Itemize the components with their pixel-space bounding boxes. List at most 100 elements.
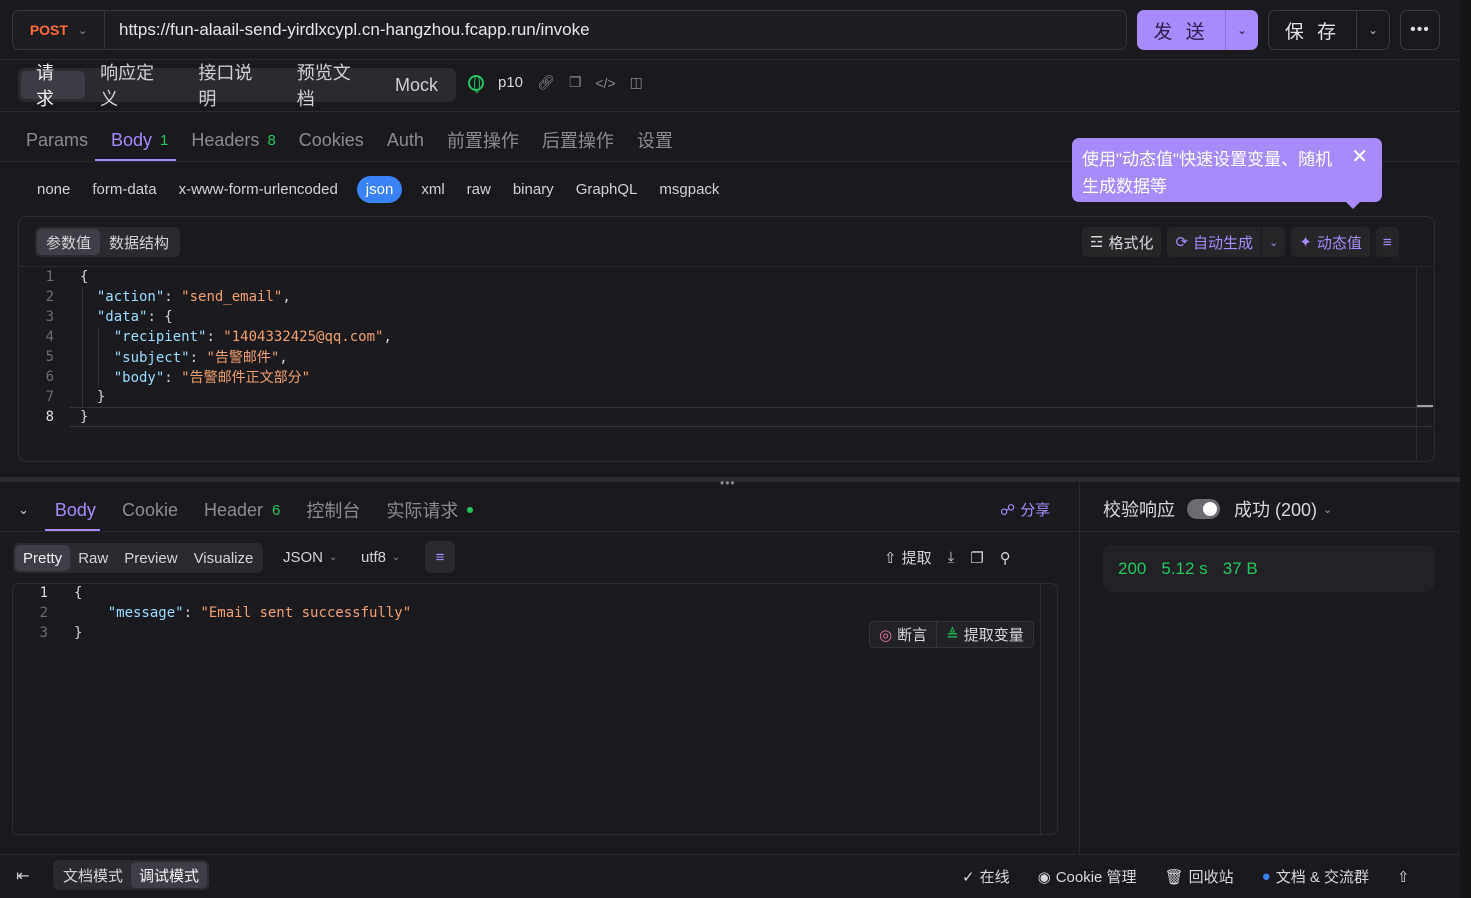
line-number: 2 bbox=[45, 289, 54, 305]
code-line: 4 "recipient": "1404332425@qq.com", bbox=[20, 327, 1416, 347]
code-line: 6 "body": "告警邮件正文部分" bbox=[20, 367, 1416, 387]
tab-resp-cookie[interactable]: Cookie bbox=[122, 500, 178, 521]
extract-button[interactable]: ⇧ 提取 bbox=[884, 547, 932, 568]
body-type-xml[interactable]: xml bbox=[410, 176, 455, 203]
tab-params[interactable]: Params bbox=[26, 127, 88, 153]
save-button[interactable]: 保 存 ⌄ bbox=[1268, 10, 1390, 50]
tab-request[interactable]: 请求 bbox=[21, 63, 86, 109]
copy-icon[interactable]: ❐ bbox=[569, 74, 582, 91]
editor-toolbar: ☲ 格式化 ⟳ 自动生成 ⌄ ✦ 动态值 ≡ bbox=[1082, 227, 1399, 257]
json-punct: : bbox=[183, 605, 201, 621]
close-icon[interactable]: ✕ bbox=[1351, 144, 1368, 171]
tab-resp-header[interactable]: Header 6 bbox=[204, 500, 280, 521]
line-number: 5 bbox=[45, 349, 54, 365]
online-status[interactable]: ✓ 在线 bbox=[962, 866, 1010, 887]
body-type-binary[interactable]: binary bbox=[502, 176, 565, 203]
tab-headers[interactable]: Headers 8 bbox=[191, 127, 275, 153]
line-number: 2 bbox=[39, 605, 48, 621]
refresh-icon: ⟳ bbox=[1175, 234, 1189, 251]
tab-auth[interactable]: Auth bbox=[387, 127, 424, 153]
wrap-lines-icon[interactable]: ≡ bbox=[425, 541, 455, 573]
drag-handle-icon[interactable]: ••• bbox=[720, 476, 736, 490]
tab-raw[interactable]: Raw bbox=[70, 545, 116, 571]
tab-preview-doc[interactable]: 预览文档 bbox=[282, 63, 380, 109]
code-icon[interactable]: </> bbox=[595, 75, 615, 91]
tab-body[interactable]: Body 1 bbox=[111, 127, 168, 153]
tab-console[interactable]: 控制台 bbox=[306, 497, 360, 523]
magic-wand-icon: ✦ bbox=[1299, 234, 1312, 251]
cookie-manager-button[interactable]: ◉ Cookie 管理 bbox=[1038, 866, 1137, 887]
tab-actual-request[interactable]: 实际请求 bbox=[386, 497, 474, 523]
tab-label: Cookies bbox=[298, 129, 364, 150]
extract-label: 提取 bbox=[901, 550, 932, 567]
tab-label: Body bbox=[54, 499, 96, 520]
url-input[interactable]: https://fun-alaail-send-yirdlxcypl.cn-ha… bbox=[105, 20, 590, 40]
globe-icon[interactable] bbox=[468, 74, 484, 93]
body-type-graphql[interactable]: GraphQL bbox=[565, 176, 649, 203]
extract-variable-button[interactable]: ≜ 提取变量 bbox=[936, 622, 1033, 647]
body-type-json[interactable]: json bbox=[356, 176, 403, 203]
editor-scrollbar[interactable] bbox=[1416, 267, 1417, 460]
link-icon[interactable]: 🔗︎ bbox=[537, 74, 555, 91]
more-icon[interactable]: ••• bbox=[1400, 10, 1440, 50]
tab-pretty[interactable]: Pretty bbox=[15, 545, 71, 571]
wrap-lines-icon[interactable]: ≡ bbox=[1375, 227, 1399, 257]
encoding-select[interactable]: utf8 ⌄ bbox=[361, 549, 400, 566]
tab-mock[interactable]: Mock bbox=[380, 71, 453, 99]
auto-generate-dropdown-icon[interactable]: ⌄ bbox=[1262, 227, 1286, 257]
method-select[interactable]: POST ⌄ bbox=[13, 11, 105, 49]
collapse-chevron-icon[interactable]: ⌄ bbox=[18, 502, 29, 518]
url-bar[interactable]: POST ⌄ https://fun-alaail-send-yirdlxcyp… bbox=[12, 10, 1127, 50]
auto-generate-button[interactable]: ⟳ 自动生成 bbox=[1167, 227, 1262, 257]
recycle-bin-button[interactable]: 🗑︎ 回收站 bbox=[1165, 866, 1234, 887]
tab-response-def[interactable]: 响应定义 bbox=[85, 63, 183, 109]
response-scrollbar[interactable] bbox=[1040, 584, 1041, 834]
send-dropdown-icon[interactable]: ⌄ bbox=[1226, 23, 1258, 37]
share-icon: ☍ bbox=[1000, 501, 1016, 519]
tab-label: Header bbox=[203, 499, 264, 520]
body-type-none[interactable]: none bbox=[26, 176, 81, 203]
code-line: 8} bbox=[20, 407, 1416, 427]
format-button[interactable]: ☲ 格式化 bbox=[1082, 227, 1162, 257]
verify-toggle[interactable] bbox=[1187, 499, 1220, 519]
debug-mode-button[interactable]: 调试模式 bbox=[131, 862, 208, 888]
body-type-urlencoded[interactable]: x-www-form-urlencoded bbox=[168, 176, 349, 203]
tab-post-ops[interactable]: 后置操作 bbox=[542, 127, 614, 153]
tab-resp-body[interactable]: Body bbox=[55, 500, 96, 521]
tab-pre-ops[interactable]: 前置操作 bbox=[447, 127, 519, 153]
panel-icon[interactable]: ◫ bbox=[630, 74, 643, 91]
doc-mode-button[interactable]: 文档模式 bbox=[55, 862, 131, 888]
save-dropdown-icon[interactable]: ⌄ bbox=[1357, 23, 1389, 37]
share-button[interactable]: ☍ 分享 bbox=[1000, 499, 1050, 520]
format-type-select[interactable]: JSON ⌄ bbox=[283, 549, 337, 566]
json-punct: , bbox=[282, 289, 291, 305]
tab-data-schema[interactable]: 数据结构 bbox=[100, 229, 178, 255]
panel-divider bbox=[1079, 482, 1080, 854]
copy-icon[interactable]: ❐ bbox=[970, 549, 983, 567]
search-icon[interactable]: ⚲ bbox=[1000, 549, 1011, 567]
tab-preview[interactable]: Preview bbox=[116, 545, 185, 571]
collapse-sidebar-icon[interactable]: ⇤ bbox=[16, 866, 29, 886]
upgrade-icon[interactable]: ⇧ bbox=[1397, 868, 1410, 886]
body-type-msgpack[interactable]: msgpack bbox=[648, 176, 730, 203]
response-code[interactable]: 1{ 2 "message": "Email sent successfully… bbox=[14, 583, 412, 643]
tab-label: Headers bbox=[191, 129, 260, 150]
body-type-raw[interactable]: raw bbox=[456, 176, 502, 203]
tab-api-desc[interactable]: 接口说明 bbox=[183, 63, 281, 109]
request-code-editor[interactable]: 1{ 2 "action": "send_email", 3 "data": {… bbox=[20, 267, 1416, 427]
status-select[interactable]: 成功 (200) ⌄ bbox=[1234, 496, 1332, 522]
tab-label: Body bbox=[111, 129, 153, 150]
send-button[interactable]: 发 送 ⌄ bbox=[1137, 10, 1258, 50]
docs-community-button[interactable]: ● 文档 & 交流群 bbox=[1262, 866, 1369, 887]
env-name[interactable]: p10 bbox=[498, 74, 523, 91]
download-icon[interactable]: ⤓ bbox=[948, 549, 955, 566]
tab-cookies[interactable]: Cookies bbox=[299, 127, 364, 153]
body-type-form-data[interactable]: form-data bbox=[81, 176, 167, 203]
assert-button[interactable]: ◎ 断言 bbox=[870, 622, 936, 647]
dynamic-value-button[interactable]: ✦ 动态值 bbox=[1291, 227, 1370, 257]
tab-visualize[interactable]: Visualize bbox=[186, 545, 262, 571]
tab-settings[interactable]: 设置 bbox=[637, 127, 673, 153]
tab-param-values[interactable]: 参数值 bbox=[37, 229, 101, 255]
